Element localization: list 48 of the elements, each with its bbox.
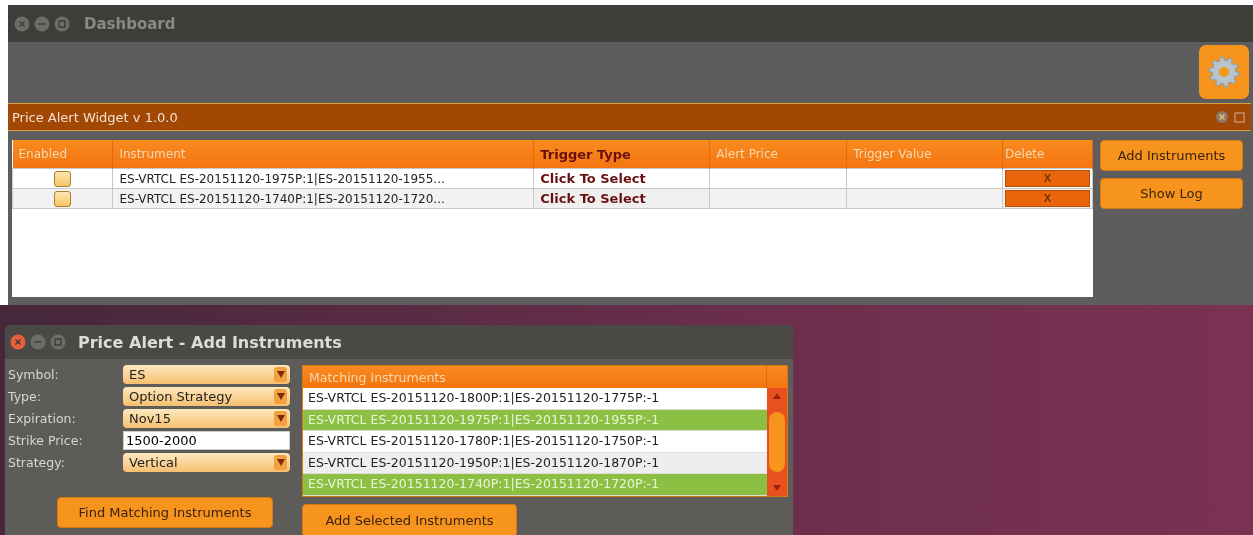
trigger-select-link[interactable]: Click To Select bbox=[533, 168, 710, 189]
settings-button[interactable] bbox=[1199, 45, 1249, 99]
delete-button[interactable]: X bbox=[1005, 170, 1090, 187]
minimize-icon[interactable] bbox=[30, 334, 46, 350]
field-label: Strategy: bbox=[8, 455, 66, 470]
column-header: Instrument bbox=[112, 140, 534, 169]
table-cell: ES-VRTCL ES-20151120-1740P:1|ES-20151120-1720... bbox=[112, 188, 534, 209]
minimize-icon[interactable] bbox=[34, 15, 50, 32]
table-cell[interactable] bbox=[846, 168, 1003, 189]
maximize-icon[interactable] bbox=[1234, 111, 1245, 123]
list-item[interactable]: ES-VRTCL ES-20151120-1950P:1|ES-20151120-1870P:-1 bbox=[303, 452, 767, 474]
column-header: Alert Price bbox=[709, 140, 847, 169]
maximize-icon[interactable] bbox=[50, 334, 66, 350]
field-label: Type: bbox=[8, 389, 42, 404]
scrollbar[interactable] bbox=[767, 388, 787, 496]
close-icon[interactable] bbox=[1216, 111, 1228, 123]
field-label: Symbol: bbox=[8, 367, 60, 382]
column-header: Trigger Type bbox=[533, 140, 710, 169]
input-field[interactable]: 1500-2000 bbox=[123, 431, 290, 450]
maximize-icon[interactable] bbox=[54, 15, 70, 32]
table-cell: ES-VRTCL ES-20151120-1975P:1|ES-20151120-1955... bbox=[112, 168, 534, 189]
delete-button[interactable]: X bbox=[1005, 190, 1090, 207]
dialog-title: Price Alert - Add Instruments bbox=[78, 332, 342, 352]
find-button[interactable]: Find Matching Instruments bbox=[57, 497, 273, 528]
dropdown[interactable]: ES bbox=[123, 365, 290, 384]
settings-icon bbox=[1207, 55, 1241, 89]
column-header: Enabled bbox=[12, 140, 113, 169]
field-label: Strike Price: bbox=[8, 433, 84, 448]
add-selected-button[interactable]: Add Selected Instruments bbox=[302, 503, 517, 535]
checkbox[interactable] bbox=[54, 170, 72, 187]
column-header: Delete bbox=[1002, 140, 1093, 169]
field-label: Expiration: bbox=[8, 411, 77, 426]
widget-title: Price Alert Widget v 1.0.0 bbox=[12, 109, 178, 125]
table-cell[interactable] bbox=[709, 168, 847, 189]
list-header: Matching Instruments bbox=[308, 369, 447, 385]
dropdown[interactable]: Vertical bbox=[123, 453, 290, 472]
close-icon[interactable] bbox=[10, 334, 26, 350]
scroll-up-icon[interactable] bbox=[773, 392, 781, 400]
scroll-thumb[interactable] bbox=[769, 411, 785, 472]
dropdown[interactable]: Option Strategy bbox=[123, 387, 290, 406]
column-header: Trigger Value bbox=[846, 140, 1003, 169]
side-button[interactable]: Show Log bbox=[1100, 178, 1243, 209]
window-title: Dashboard bbox=[84, 14, 176, 33]
close-icon[interactable] bbox=[14, 15, 30, 32]
dropdown[interactable]: Nov15 bbox=[123, 409, 290, 428]
side-button[interactable]: Add Instruments bbox=[1100, 140, 1243, 171]
scroll-down-icon[interactable] bbox=[773, 483, 781, 492]
checkbox[interactable] bbox=[54, 190, 72, 207]
